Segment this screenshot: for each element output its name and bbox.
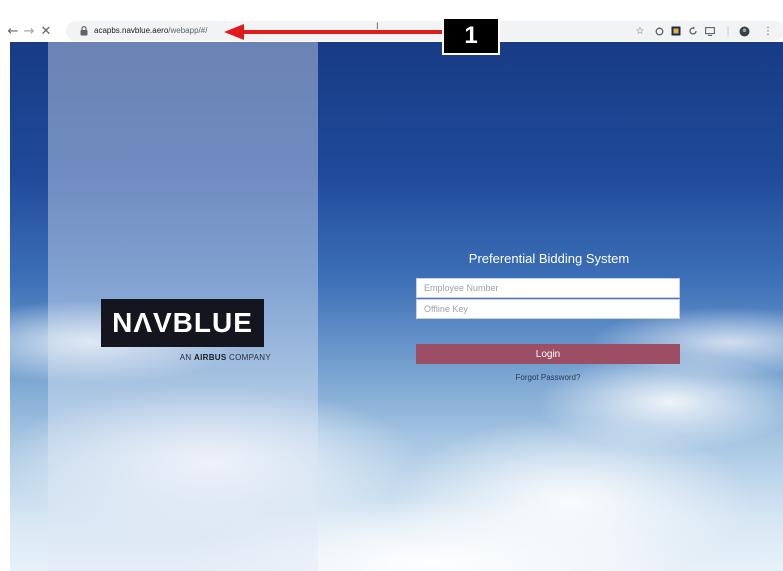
tagline-suffix: COMPANY [226, 353, 271, 362]
airbus-tagline: AN AIRBUS COMPANY [141, 353, 271, 362]
callout-number: 1 [464, 22, 478, 49]
login-page: NΛVBLUE AN AIRBUS COMPANY Preferential B… [10, 42, 783, 571]
navblue-logo: NΛVBLUE [101, 299, 264, 347]
tagline-bold: AIRBUS [194, 353, 227, 362]
offline-key-input[interactable] [416, 299, 680, 319]
tagline-prefix: AN [179, 353, 195, 362]
logo-text: NΛVBLUE [112, 307, 253, 338]
callout-arrow [224, 24, 442, 40]
employee-number-input[interactable] [416, 278, 680, 298]
forgot-password-link[interactable]: Forgot Password? [416, 373, 680, 382]
callout-badge: 1 [442, 17, 500, 55]
login-button[interactable]: Login [416, 344, 680, 364]
page-title: Preferential Bidding System [468, 251, 630, 266]
